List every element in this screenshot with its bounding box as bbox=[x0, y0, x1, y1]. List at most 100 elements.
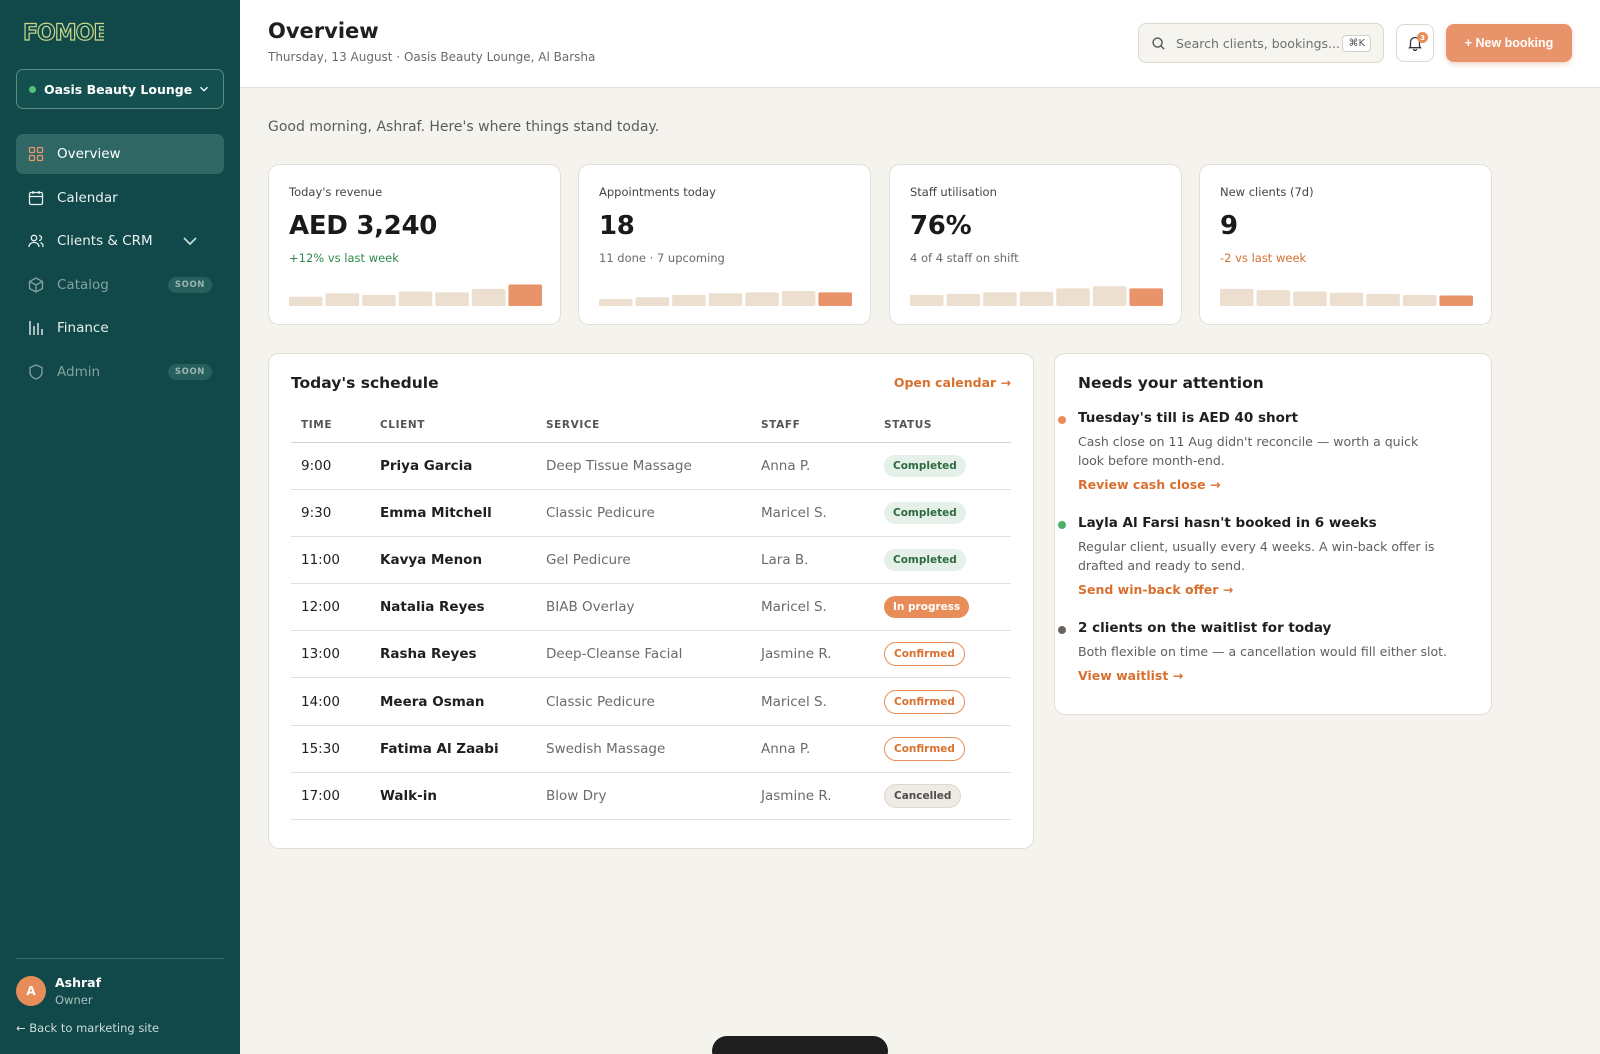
staff-cell: Maricel S. bbox=[751, 583, 874, 632]
time-cell: 11:00 bbox=[291, 536, 370, 585]
view-waitlist-link[interactable]: View waitlist → bbox=[1078, 668, 1448, 683]
review-cash-close-link[interactable]: Review cash close → bbox=[1078, 477, 1448, 492]
schedule-title: Today's schedule bbox=[291, 374, 439, 392]
client-cell: Meera Osman bbox=[370, 677, 536, 726]
status-badge: Completed bbox=[884, 501, 966, 524]
sidebar-item-catalog[interactable]: Catalog SOON bbox=[16, 265, 224, 305]
time-cell: 14:00 bbox=[291, 677, 370, 726]
column-header[interactable]: SERVICE bbox=[536, 408, 751, 443]
sidebar-item-label: Catalog bbox=[57, 276, 109, 293]
greeting-text: Good morning, Ashraf. Here's where thing… bbox=[268, 119, 660, 135]
spark-bar bbox=[362, 295, 396, 306]
spark-bar bbox=[983, 292, 1017, 306]
table-row[interactable]: 9:30 Emma Mitchell Classic Pedicure Maricel… bbox=[291, 489, 1011, 537]
staff-cell: Maricel S. bbox=[751, 677, 874, 726]
sidebar-item-overview[interactable]: Overview bbox=[16, 134, 224, 174]
client-cell: Kavya Menon bbox=[370, 536, 536, 585]
kpi-value: 9 bbox=[1220, 211, 1238, 241]
new-booking-button[interactable]: + New booking bbox=[1446, 24, 1572, 62]
kpi-card-revenue: Today's revenue AED 3,240 +12% vs last w… bbox=[268, 164, 561, 325]
attention-item-title: 2 clients on the waitlist for today bbox=[1078, 620, 1332, 636]
kpi-value: 76% bbox=[910, 211, 972, 241]
schedule-rows: 9:00 Priya Garcia Deep Tissue Massage Anna … bbox=[291, 442, 1011, 821]
table-row[interactable]: 14:00 Meera Osman Classic Pedicure Maricel … bbox=[291, 677, 1011, 726]
column-header[interactable]: STAFF bbox=[751, 408, 874, 443]
table-row[interactable]: 13:00 Rasha Reyes Deep-Cleanse Facial Jasmi… bbox=[291, 630, 1011, 679]
spark-bar bbox=[398, 291, 433, 306]
status-cell: Cancelled bbox=[874, 772, 1011, 821]
column-header[interactable]: CLIENT bbox=[370, 408, 536, 443]
spark-bar bbox=[599, 298, 633, 306]
sidebar-item-clients[interactable]: Clients & CRM bbox=[16, 221, 224, 261]
kpi-delta: 11 done · 7 upcoming bbox=[599, 251, 725, 265]
status-badge: In progress bbox=[884, 596, 970, 619]
spark-bar bbox=[1056, 288, 1090, 306]
spark-bar bbox=[471, 288, 506, 306]
venue-selector[interactable]: Oasis Beauty Lounge bbox=[16, 69, 224, 109]
notifications-button[interactable]: 3 bbox=[1396, 24, 1434, 62]
table-row[interactable]: 12:00 Natalia Reyes BIAB Overlay Maricel S.… bbox=[291, 583, 1011, 632]
dev-toolbar[interactable] bbox=[712, 1036, 888, 1054]
users-icon bbox=[28, 234, 44, 248]
sidebar-item-finance[interactable]: Finance bbox=[16, 308, 224, 348]
table-row[interactable]: 9:00 Priya Garcia Deep Tissue Massage Anna … bbox=[291, 442, 1011, 490]
sidebar-item-admin[interactable]: Admin SOON bbox=[16, 352, 224, 392]
sidebar-nav: Overview Calendar Clients & CRM Catalog … bbox=[16, 134, 224, 395]
time-cell: 9:00 bbox=[291, 442, 370, 490]
spark-bar bbox=[1019, 291, 1054, 306]
kpi-delta: -2 vs last week bbox=[1220, 251, 1307, 265]
staff-cell: Anna P. bbox=[751, 442, 874, 490]
chevron-down-icon bbox=[200, 86, 208, 92]
spark-bar bbox=[708, 293, 743, 306]
attention-item: 2 clients on the waitlist for today Both… bbox=[1058, 620, 1448, 683]
status-badge: Completed bbox=[884, 548, 966, 571]
kpi-label: Today's revenue bbox=[289, 185, 383, 199]
kpi-card-new-clients: New clients (7d) 9 -2 vs last week bbox=[1199, 164, 1492, 325]
spark-bar bbox=[1220, 288, 1254, 306]
spark-bar bbox=[946, 293, 981, 306]
brand-logo[interactable]: FOMOE bbox=[22, 18, 104, 46]
svg-text:FOMOE: FOMOE bbox=[23, 21, 104, 46]
spark-bar bbox=[1366, 293, 1400, 306]
table-row[interactable]: 11:00 Kavya Menon Gel Pedicure Lara B. Compl… bbox=[291, 536, 1011, 585]
user-profile[interactable]: A Ashraf Owner bbox=[16, 975, 101, 1007]
soon-badge: SOON bbox=[167, 276, 212, 293]
service-cell: Classic Pedicure bbox=[536, 489, 751, 537]
box-icon bbox=[28, 276, 44, 293]
column-header[interactable]: TIME bbox=[291, 408, 370, 443]
table-row[interactable]: 17:00 Walk-in Blow Dry Jasmine R. Cancelled bbox=[291, 772, 1011, 821]
status-cell: In progress bbox=[874, 583, 1011, 632]
sidebar-item-label: Overview bbox=[57, 146, 121, 162]
attention-title: Needs your attention bbox=[1078, 374, 1264, 392]
sidebar-item-label: Admin bbox=[57, 363, 101, 380]
kpi-label: Staff utilisation bbox=[910, 185, 997, 199]
kpi-card-utilisation: Staff utilisation 76% 4 of 4 staff on sh… bbox=[889, 164, 1182, 325]
search-input[interactable]: Search clients, bookings... ⌘K bbox=[1138, 23, 1384, 63]
back-to-marketing-link[interactable]: ← Back to marketing site bbox=[16, 1021, 159, 1035]
spark-bar bbox=[1293, 291, 1327, 306]
time-cell: 12:00 bbox=[291, 583, 370, 632]
grid-icon bbox=[28, 146, 44, 162]
open-calendar-link[interactable]: Open calendar → bbox=[894, 375, 1011, 390]
avatar: A bbox=[16, 976, 46, 1006]
time-cell: 17:00 bbox=[291, 772, 370, 821]
table-row[interactable]: 15:30 Fatima Al Zaabi Swedish Massage Anna … bbox=[291, 725, 1011, 773]
chevron-down-icon[interactable] bbox=[181, 232, 199, 250]
search-icon bbox=[1152, 36, 1165, 50]
client-cell: Fatima Al Zaabi bbox=[370, 725, 536, 773]
attention-dot bbox=[1058, 416, 1066, 424]
client-cell: Walk-in bbox=[370, 772, 536, 821]
attention-item-body: Both flexible on time — a cancellation w… bbox=[1078, 644, 1447, 659]
spark-bar bbox=[289, 296, 323, 306]
kpi-label: New clients (7d) bbox=[1220, 185, 1314, 199]
client-cell: Emma Mitchell bbox=[370, 489, 536, 537]
spark-bar bbox=[1439, 295, 1473, 306]
column-header[interactable]: STATUS bbox=[874, 408, 1011, 443]
send-win-back-offer-link[interactable]: Send win-back offer → bbox=[1078, 582, 1448, 597]
sidebar-item-calendar[interactable]: Calendar bbox=[16, 178, 224, 218]
top-bar: Overview Thursday, 13 August · Oasis Bea… bbox=[240, 0, 1600, 88]
status-badge: Completed bbox=[884, 454, 966, 477]
attention-item-title: Tuesday's till is AED 40 short bbox=[1078, 410, 1299, 426]
status-dot bbox=[29, 85, 36, 93]
service-cell: Deep-Cleanse Facial bbox=[536, 630, 751, 679]
